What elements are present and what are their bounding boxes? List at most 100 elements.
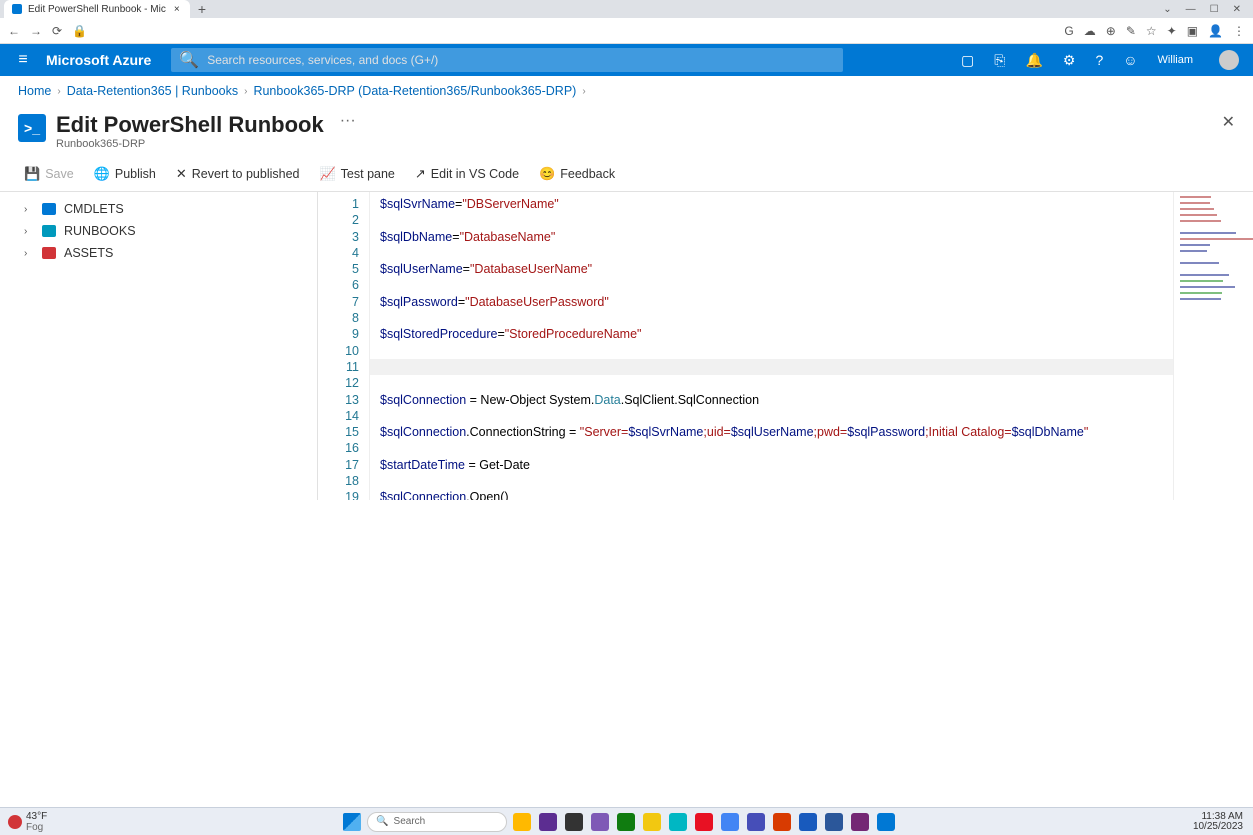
azure-topbar: ≡ Microsoft Azure 🔍 ▢ ⎘ 🔔 ⚙ ? ☺ William <box>0 44 1253 76</box>
hamburger-icon[interactable]: ≡ <box>0 51 46 69</box>
code-line[interactable] <box>380 277 1173 293</box>
help-icon[interactable]: ? <box>1095 52 1103 68</box>
code-line[interactable] <box>380 375 1173 391</box>
chevron-right-icon: › <box>582 86 585 97</box>
code-line[interactable]: $sqlConnection.ConnectionString = "Serve… <box>380 424 1173 440</box>
feedback-icon[interactable]: ☺ <box>1123 52 1137 68</box>
app-icon[interactable] <box>643 813 661 831</box>
save-button[interactable]: 💾 Save <box>24 166 74 182</box>
test-pane-button[interactable]: 📈 Test pane <box>319 166 394 182</box>
share-icon[interactable]: ✎ <box>1126 24 1136 38</box>
tab-close-icon[interactable]: × <box>172 4 182 15</box>
page-heading: >_ Edit PowerShell Runbook Runbook365-DR… <box>0 106 1253 156</box>
window-maximize-icon[interactable]: ☐ <box>1210 4 1219 15</box>
weather-icon <box>8 815 22 829</box>
code-line[interactable]: $sqlStoredProcedure="StoredProcedureName… <box>380 326 1173 342</box>
code-area[interactable]: $sqlSvrName="DBServerName" $sqlDbName="D… <box>370 192 1173 500</box>
chart-icon: 📈 <box>319 166 335 182</box>
app-icon[interactable] <box>721 813 739 831</box>
extensions-icon[interactable]: ✦ <box>1167 24 1177 38</box>
brand-label[interactable]: Microsoft Azure <box>46 52 171 68</box>
user-label[interactable]: William <box>1158 54 1193 66</box>
code-line[interactable] <box>380 408 1173 424</box>
code-line[interactable] <box>380 310 1173 326</box>
close-blade-icon[interactable]: ✕ <box>1222 112 1235 132</box>
tab-title: Edit PowerShell Runbook - Mic <box>28 4 166 15</box>
notifications-icon[interactable]: 🔔 <box>1025 52 1042 69</box>
topbar-icons: ▢ ⎘ 🔔 ⚙ ? ☺ William <box>947 50 1253 70</box>
search-input[interactable] <box>207 53 835 67</box>
window-minimize-icon[interactable]: — <box>1186 4 1196 15</box>
revert-button[interactable]: ✕ Revert to published <box>176 166 300 182</box>
code-line[interactable]: $sqlPassword="DatabaseUserPassword" <box>380 294 1173 310</box>
weather-widget[interactable]: 43°F Fog <box>0 811 55 833</box>
clock-time: 11:38 AM <box>1193 812 1243 822</box>
tree-assets[interactable]: › ASSETS <box>0 242 317 264</box>
back-icon[interactable]: ← <box>8 24 20 38</box>
app-icon[interactable] <box>851 813 869 831</box>
zoom-icon[interactable]: ⊕ <box>1106 24 1116 38</box>
system-tray[interactable]: 11:38 AM 10/25/2023 <box>1183 812 1253 832</box>
app-icon[interactable] <box>877 813 895 831</box>
crumb-home[interactable]: Home <box>18 84 51 98</box>
tree-runbooks[interactable]: › RUNBOOKS <box>0 220 317 242</box>
app-icon[interactable] <box>565 813 583 831</box>
tree-cmdlets[interactable]: › CMDLETS <box>0 198 317 220</box>
lock-icon[interactable]: 🔒 <box>72 24 87 38</box>
forward-icon[interactable]: → <box>30 24 42 38</box>
code-line[interactable] <box>370 359 1173 375</box>
app-icon[interactable] <box>747 813 765 831</box>
side-panel-icon[interactable]: ▣ <box>1187 24 1198 38</box>
app-icon[interactable] <box>513 813 531 831</box>
code-editor[interactable]: 1234567891011121314151617181920212223242… <box>318 192 1253 500</box>
more-actions-icon[interactable]: ··· <box>340 112 356 130</box>
feedback-button[interactable]: 😊 Feedback <box>539 166 615 182</box>
reload-icon[interactable]: ⟳ <box>52 24 62 38</box>
google-icon[interactable]: G <box>1064 24 1073 38</box>
minimap[interactable] <box>1173 192 1253 500</box>
avatar[interactable] <box>1219 50 1239 70</box>
edit-vscode-button[interactable]: ↗ Edit in VS Code <box>415 166 519 182</box>
code-line[interactable] <box>380 343 1173 359</box>
app-icon[interactable] <box>825 813 843 831</box>
settings-icon[interactable]: ⚙ <box>1063 52 1076 69</box>
window-dropdown-icon[interactable]: ⌄ <box>1163 4 1171 15</box>
crumb-runbook-detail[interactable]: Runbook365-DRP (Data-Retention365/Runboo… <box>253 84 576 98</box>
app-icon[interactable] <box>773 813 791 831</box>
weather-temp: 43°F <box>26 811 47 822</box>
bookmark-icon[interactable]: ☆ <box>1146 24 1157 38</box>
publish-button[interactable]: 🌐 Publish <box>94 166 156 182</box>
clock-date: 10/25/2023 <box>1193 822 1243 832</box>
app-icon[interactable] <box>539 813 557 831</box>
start-icon[interactable] <box>343 813 361 831</box>
app-icon[interactable] <box>591 813 609 831</box>
translate-icon[interactable]: ☁ <box>1084 24 1096 38</box>
code-line[interactable] <box>380 245 1173 261</box>
code-line[interactable]: $sqlSvrName="DBServerName" <box>380 196 1173 212</box>
code-line[interactable] <box>380 473 1173 489</box>
menu-icon[interactable]: ⋮ <box>1233 24 1245 38</box>
taskbar-search[interactable]: 🔍 Search <box>367 812 507 832</box>
app-icon[interactable] <box>695 813 713 831</box>
copilot-icon[interactable]: ⎘ <box>994 52 1005 69</box>
global-search[interactable]: 🔍 <box>171 48 843 72</box>
crumb-runbooks[interactable]: Data-Retention365 | Runbooks <box>67 84 238 98</box>
code-line[interactable] <box>380 212 1173 228</box>
new-tab-button[interactable]: + <box>198 1 206 17</box>
code-line[interactable]: $sqlConnection = New-Object System.Data.… <box>380 392 1173 408</box>
app-icon[interactable] <box>617 813 635 831</box>
app-icon[interactable] <box>669 813 687 831</box>
profile-icon[interactable]: 👤 <box>1208 24 1223 38</box>
vscode-label: Edit in VS Code <box>431 167 519 181</box>
taskbar-search-label: Search <box>394 816 426 827</box>
window-controls: ⌄ — ☐ ✕ <box>1163 4 1249 15</box>
code-line[interactable]: $startDateTime = Get-Date <box>380 457 1173 473</box>
cloud-shell-icon[interactable]: ▢ <box>961 52 974 69</box>
window-close-icon[interactable]: ✕ <box>1233 4 1241 15</box>
code-line[interactable]: $sqlDbName="DatabaseName" <box>380 229 1173 245</box>
code-line[interactable]: $sqlConnection.Open() <box>380 489 1173 499</box>
code-line[interactable] <box>380 440 1173 456</box>
browser-tab[interactable]: Edit PowerShell Runbook - Mic × <box>4 0 190 18</box>
app-icon[interactable] <box>799 813 817 831</box>
code-line[interactable]: $sqlUserName="DatabaseUserName" <box>380 261 1173 277</box>
